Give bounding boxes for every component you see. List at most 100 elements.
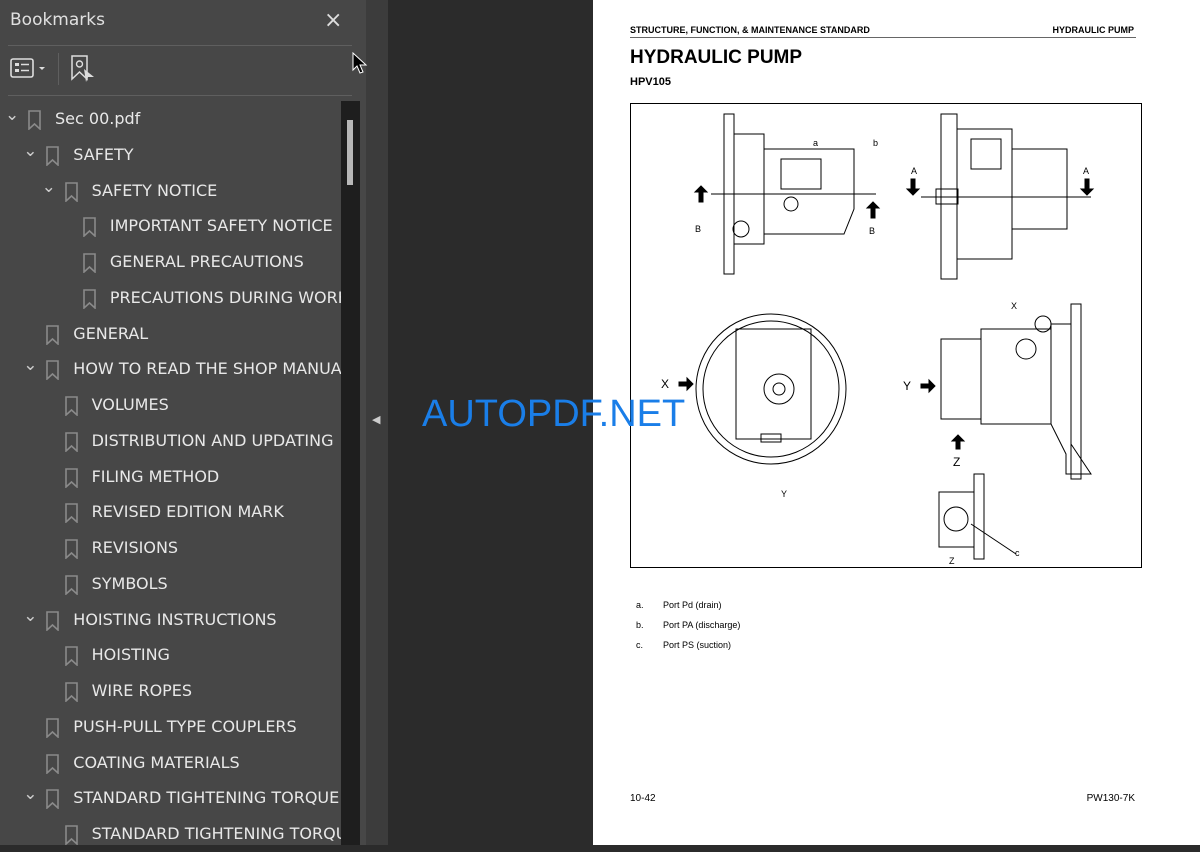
legend-key: c. [636,640,644,650]
bookmark-label: IMPORTANT SAFETY NOTICE [109,216,333,236]
bookmark-item[interactable]: ⌄ HOW TO READ THE SHOP MANUAL [0,351,351,387]
watermark: AUTOPDF.NET [422,393,686,435]
bookmark-item[interactable]: IMPORTANT SAFETY NOTICE [0,208,340,244]
label-Y: Y [781,489,787,499]
bookmark-item[interactable]: COATING MATERIALS [0,745,340,781]
bookmark-item[interactable]: ⌄ Sec 00.pdf [0,101,340,137]
legend-key: a. [636,600,644,610]
bookmark-label: PRECAUTIONS DURING WORK [109,287,349,307]
top-view-drawing [920,303,1092,560]
bookmark-item[interactable]: PUSH-PULL TYPE COUPLERS [0,709,340,745]
pump-drawing: a b B B A A X X Y Y Z Z c [630,103,1142,568]
toolbar-separator [58,53,59,85]
bookmark-icon [46,789,60,810]
chevron-down-icon[interactable]: ⌄ [23,598,37,634]
side-view-drawing [693,113,881,275]
close-icon[interactable]: × [324,8,342,33]
bookmark-icon [83,288,96,309]
bookmark-item[interactable]: REVISED EDITION MARK [0,494,340,530]
chevron-down-icon[interactable]: ⌄ [23,133,37,169]
label-X: X [1011,301,1017,311]
bookmark-item[interactable]: VOLUMES [0,387,340,423]
chevron-down-icon[interactable]: ⌄ [23,776,37,812]
label-A: A [1083,166,1089,176]
label-Y: Y [903,379,911,393]
bookmark-icon [64,574,78,595]
bookmark-label: FILING METHOD [91,466,220,486]
bookmark-label: GENERAL [73,323,149,343]
label-Z: Z [949,556,955,566]
mouse-cursor-icon [352,51,368,80]
label-B: B [869,226,875,236]
bookmark-label: WIRE ROPES [91,681,193,700]
bookmark-label: SAFETY [73,144,134,164]
model-name: HPV105 [630,76,671,88]
legend-text: Port Pd (drain) [663,600,722,610]
bookmark-icon [83,217,96,238]
panel-splitter[interactable]: ◀ [366,0,388,845]
panel-title: Bookmarks [10,10,105,30]
bookmark-item[interactable]: DISTRIBUTION AND UPDATING [0,423,340,459]
chevron-down-icon[interactable]: ⌄ [42,169,56,205]
bookmark-label: REVISIONS [91,538,179,557]
model-footer: PW130-7K [1086,793,1135,804]
bookmark-label: DISTRIBUTION AND UPDATING [91,430,334,450]
find-current-bookmark-button[interactable] [70,55,96,87]
chevron-down-icon[interactable]: ⌄ [23,347,37,383]
running-header-left: STRUCTURE, FUNCTION, & MAINTENANCE STAND… [630,25,870,35]
bookmark-label: STANDARD TIGHTENING TORQUE [73,788,340,808]
list-options-icon [10,58,45,78]
options-menu-button[interactable] [10,58,48,80]
bookmark-icon [64,431,78,452]
legend-key: b. [636,620,644,630]
bookmark-item[interactable]: WIRE ROPES [0,673,340,709]
bookmark-label: COATING MATERIALS [73,752,240,772]
bookmark-item[interactable]: PRECAUTIONS DURING WORK [0,280,348,316]
bookmark-icon [83,253,96,273]
bookmark-icon [64,682,78,702]
label-X: X [661,377,669,391]
bookmark-item[interactable]: ⌄ STANDARD TIGHTENING TORQUE [0,780,340,816]
chevron-down-icon[interactable]: ⌄ [5,97,19,133]
bookmark-item[interactable]: FILING METHOD [0,459,340,495]
header-rule [630,37,1136,38]
bookmark-icon [64,467,78,488]
bookmark-icon [64,539,78,559]
bookmark-icon [64,825,78,845]
divider [8,95,352,96]
bookmark-icon [64,646,78,667]
bookmark-item[interactable]: ⌄ SAFETY NOTICE [0,173,340,209]
bookmark-icon [46,753,60,774]
bookmark-item[interactable]: ⌄ HOISTING INSTRUCTIONS [0,602,340,638]
bookmarks-scrollbar[interactable] [341,101,360,845]
label-c: c [1015,548,1020,558]
legend-text: Port PA (discharge) [663,620,741,630]
bookmark-item[interactable]: ⌄ SAFETY [0,137,340,173]
bookmark-label: STANDARD TIGHTENING TORQUE [91,824,358,843]
scrollbar-thumb[interactable] [347,120,353,185]
legend-item: c. Port PS (suction) [636,640,740,660]
bookmark-icon [46,360,60,381]
collapse-panel-icon[interactable]: ◀ [372,413,380,426]
bookmark-icon [64,503,78,524]
bookmark-item[interactable]: HOISTING [0,637,340,673]
bookmark-icon [46,145,60,166]
bookmark-item[interactable]: STANDARD TIGHTENING TORQUE [0,816,358,852]
bookmark-item[interactable]: REVISIONS [0,530,340,566]
label-A: A [911,166,917,176]
front-view-drawing [905,113,1095,280]
label-Z: Z [953,455,960,469]
divider [8,45,352,46]
bookmark-item[interactable]: SYMBOLS [0,566,340,602]
bookmarks-panel: Bookmarks × ⌄ Sec 00.pdf ⌄ SAFETY ⌄ SAFETY NO… [0,0,366,845]
bookmark-label: GENERAL PRECAUTIONS [109,252,304,271]
bookmark-label: HOISTING [91,645,170,665]
legend-item: a. Port Pd (drain) [636,600,740,620]
page-title: HYDRAULIC PUMP [630,47,803,68]
bookmark-find-icon [71,55,94,82]
running-header-right: HYDRAULIC PUMP [1052,25,1134,35]
bookmark-label: HOISTING INSTRUCTIONS [73,609,277,629]
bookmark-label: REVISED EDITION MARK [91,502,284,522]
bookmark-item[interactable]: GENERAL [0,316,340,352]
bookmark-item[interactable]: GENERAL PRECAUTIONS [0,244,340,280]
